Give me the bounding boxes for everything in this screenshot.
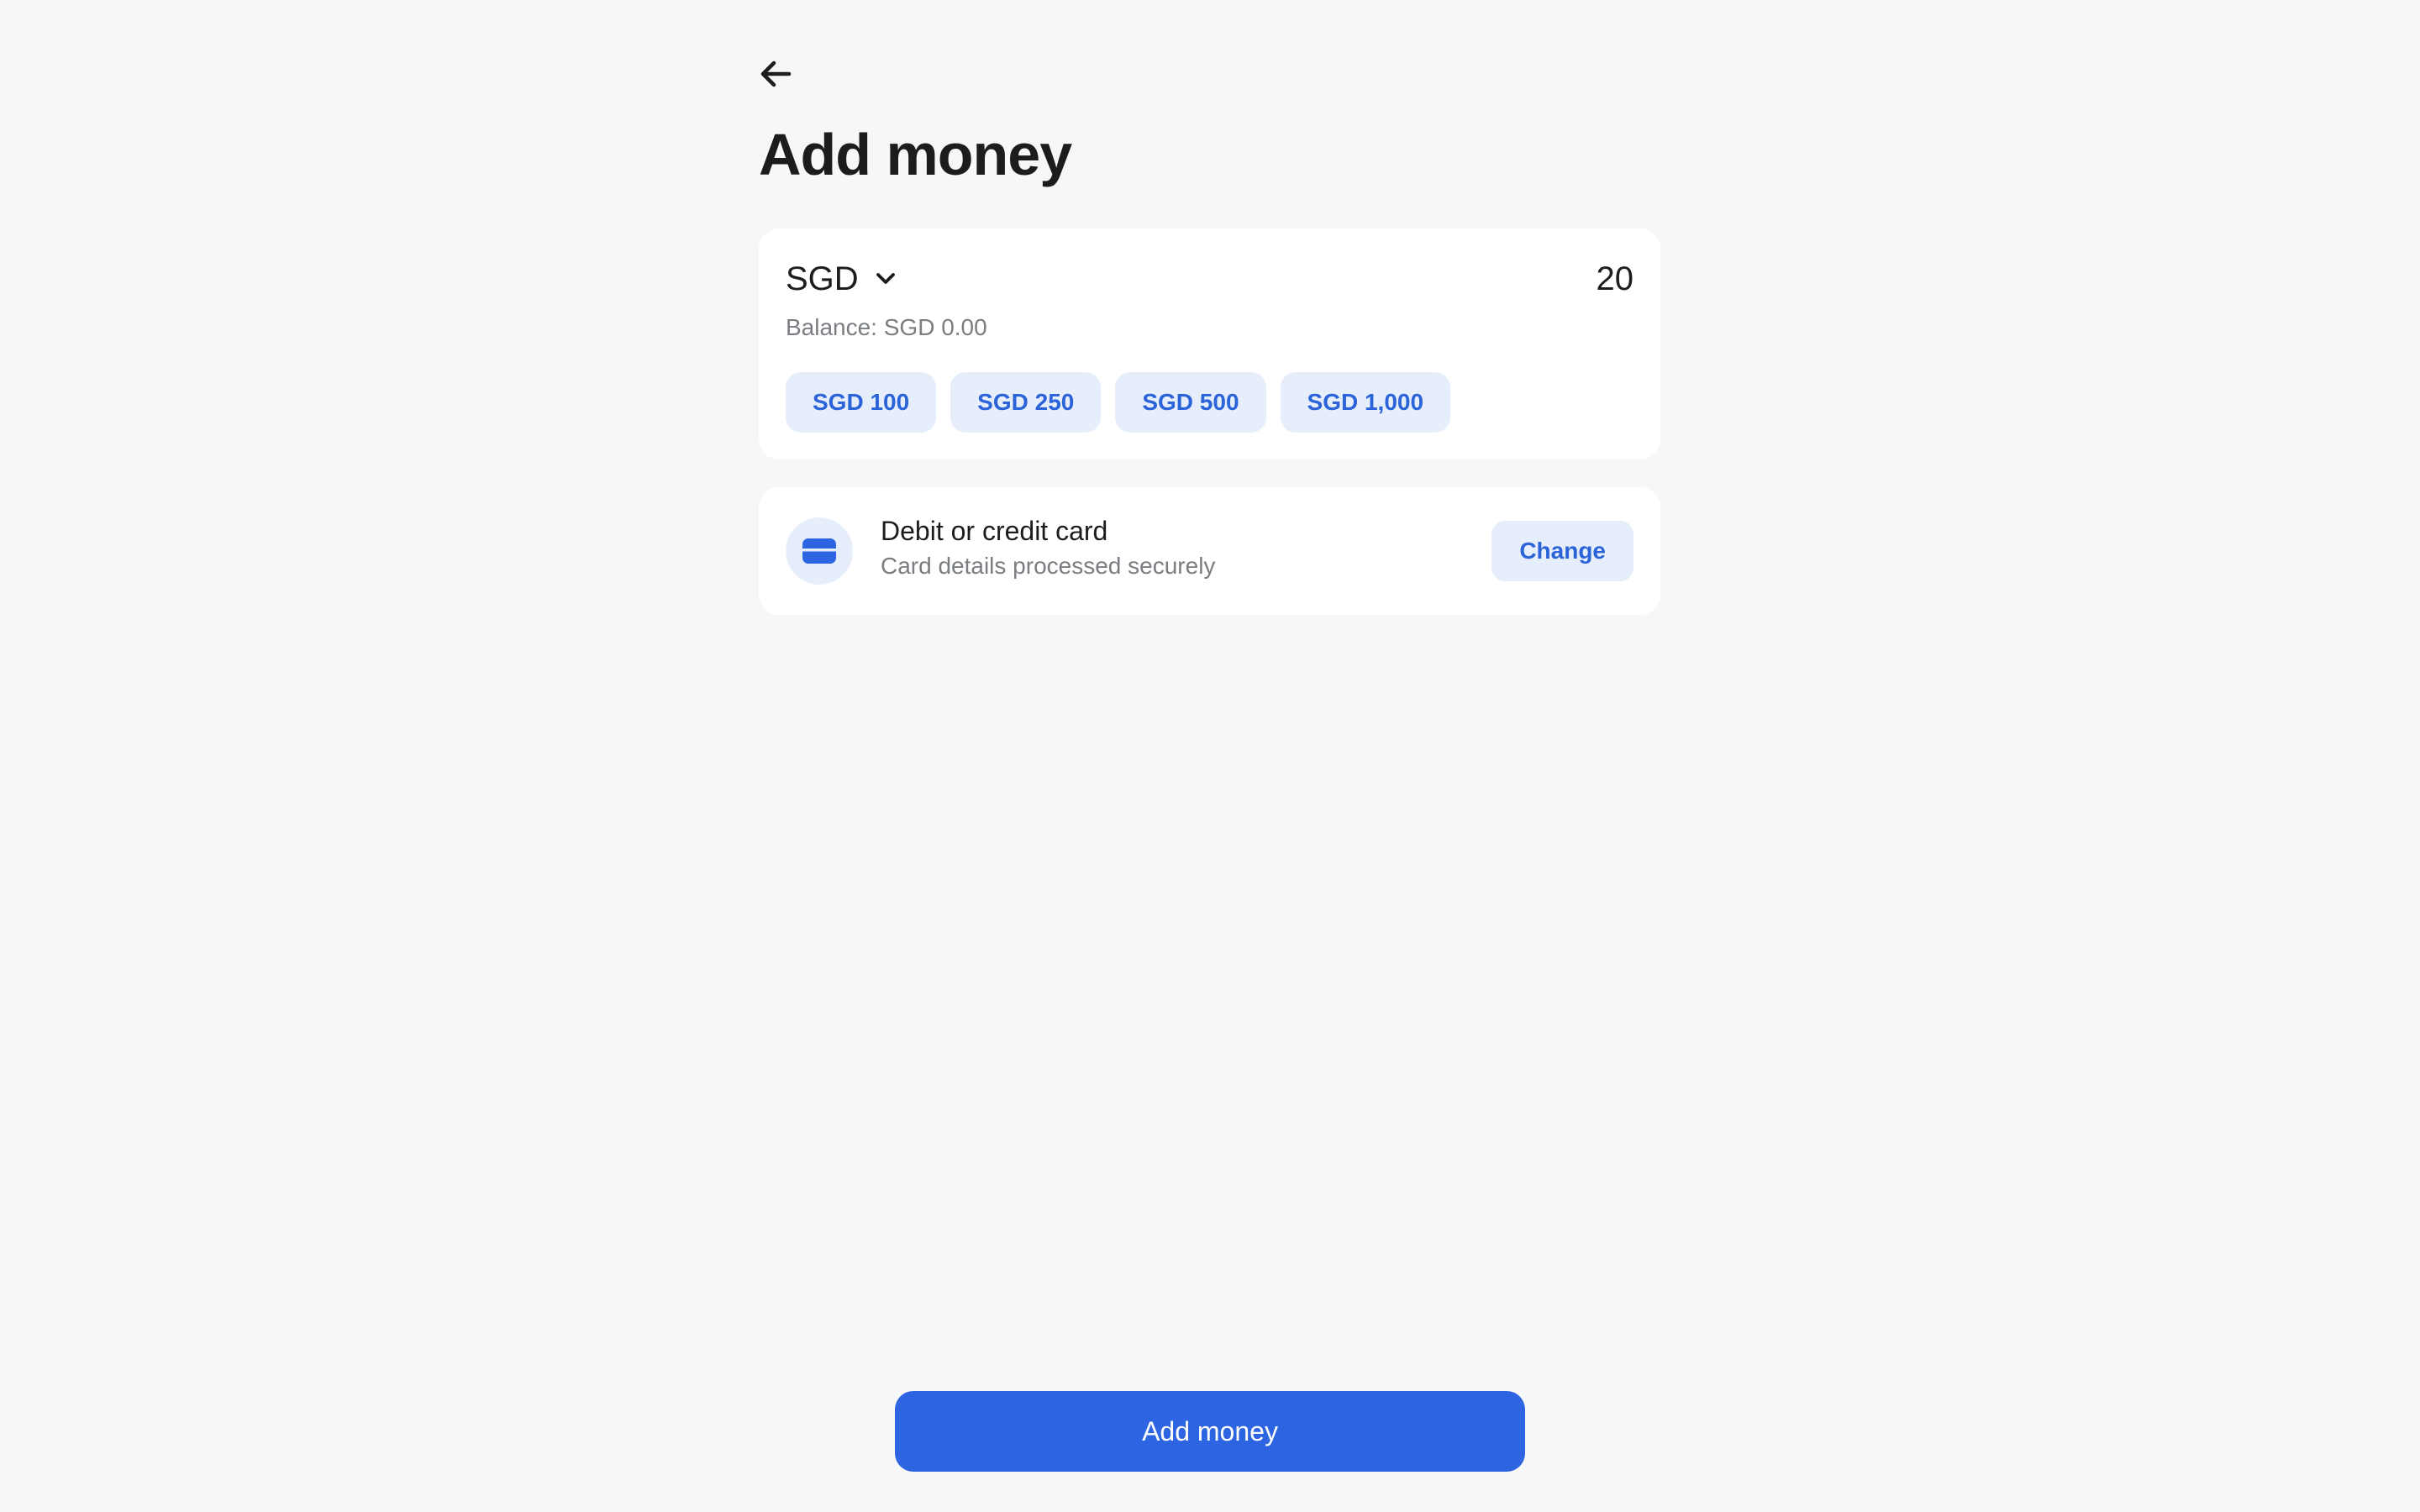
quick-amount-1000-button[interactable]: SGD 1,000 [1280, 372, 1451, 433]
arrow-left-icon [760, 60, 792, 87]
balance-text: Balance: SGD 0.00 [786, 314, 987, 340]
currency-code: SGD [786, 260, 859, 297]
page-title: Add money [759, 122, 1072, 187]
quick-amount-250-button[interactable]: SGD 250 [950, 372, 1102, 433]
credit-card-icon [802, 538, 836, 564]
payment-method-title: Debit or credit card [881, 516, 1108, 546]
back-button[interactable] [759, 55, 799, 92]
quick-amount-100-button[interactable]: SGD 100 [786, 372, 937, 433]
add-money-button[interactable]: Add money [895, 1391, 1525, 1472]
quick-amount-500-button[interactable]: SGD 500 [1115, 372, 1266, 433]
quick-amount-chips: SGD 100 SGD 250 SGD 500 SGD 1,000 [786, 372, 1451, 433]
chevron-down-icon [876, 273, 895, 284]
payment-method-card: Debit or credit card Card details proces… [759, 487, 1660, 615]
amount-input[interactable] [1297, 257, 1634, 301]
currency-selector[interactable]: SGD [786, 257, 897, 301]
payment-method-subtitle: Card details processed securely [881, 553, 1216, 579]
payment-icon-badge [786, 517, 853, 585]
change-payment-button[interactable]: Change [1491, 521, 1634, 581]
